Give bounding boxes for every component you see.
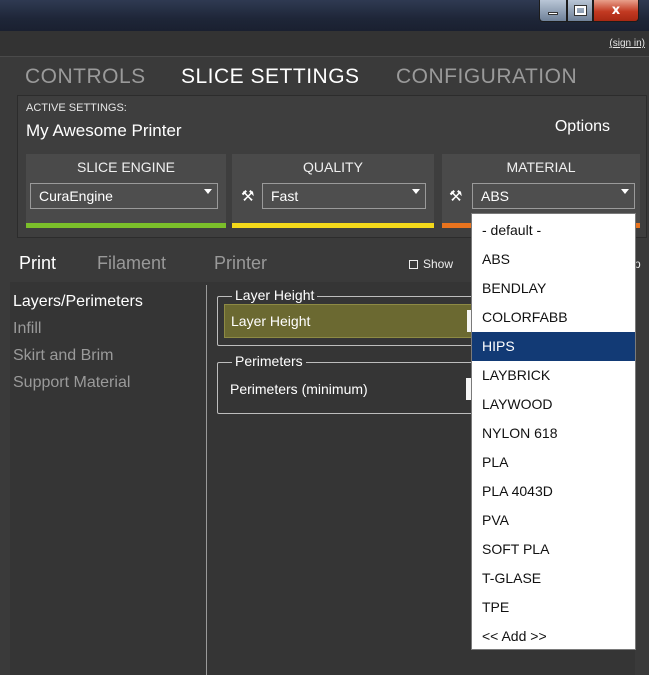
chevron-down-icon	[621, 189, 629, 194]
checkbox-icon[interactable]	[409, 259, 418, 269]
material-title: MATERIAL	[506, 159, 576, 175]
minimize-icon	[548, 12, 558, 15]
tab-filament[interactable]: Filament	[97, 253, 166, 274]
maximize-icon	[573, 5, 587, 16]
chevron-down-icon	[204, 189, 212, 194]
tab-printer[interactable]: Printer	[214, 253, 267, 274]
category-skirt-brim[interactable]: Skirt and Brim	[13, 342, 143, 369]
perimeters-label: Perimeters (minimum)	[230, 381, 368, 397]
layer-height-row[interactable]: Layer Height	[224, 304, 500, 338]
perimeters-row[interactable]: Perimeters (minimum)	[224, 373, 500, 407]
category-divider	[206, 285, 207, 675]
material-option[interactable]: - default -	[472, 216, 635, 245]
tab-slice-settings[interactable]: SLICE SETTINGS	[181, 65, 360, 89]
quality-value: Fast	[271, 188, 299, 204]
layer-height-label: Layer Height	[231, 313, 311, 329]
category-support-material[interactable]: Support Material	[13, 369, 143, 396]
tab-configuration[interactable]: CONFIGURATION	[396, 65, 577, 89]
perimeters-legend: Perimeters	[232, 353, 306, 369]
options-button[interactable]: Options	[555, 118, 610, 136]
category-infill[interactable]: Infill	[13, 315, 143, 342]
perimeters-group: Perimeters Perimeters (minimum)	[217, 353, 507, 414]
material-option[interactable]: PLA 4043D	[472, 477, 635, 506]
material-option[interactable]: PVA	[472, 506, 635, 535]
slice-engine-dropdown[interactable]: CuraEngine	[30, 183, 218, 209]
main-tabs: CONTROLS SLICE SETTINGS CONFIGURATION	[0, 57, 649, 95]
maximize-button[interactable]	[567, 0, 593, 22]
category-layers-perimeters[interactable]: Layers/Perimeters	[13, 288, 143, 315]
layer-height-group: Layer Height Layer Height	[217, 287, 507, 346]
chevron-down-icon	[412, 189, 420, 194]
material-option[interactable]: TPE	[472, 593, 635, 622]
slice-engine-color-bar	[26, 223, 226, 228]
material-option[interactable]: SOFT PLA	[472, 535, 635, 564]
close-button[interactable]: x	[593, 0, 639, 22]
material-option[interactable]: HIPS	[472, 332, 635, 361]
tab-controls[interactable]: CONTROLS	[25, 65, 146, 89]
slice-engine-title: SLICE ENGINE	[76, 159, 176, 175]
material-option[interactable]: BENDLAY	[472, 274, 635, 303]
material-option[interactable]: NYLON 618	[472, 419, 635, 448]
material-option[interactable]: COLORFABB	[472, 303, 635, 332]
window-controls: x	[539, 0, 639, 22]
sign-in-link[interactable]: (sign in)	[609, 38, 645, 49]
quality-dropdown[interactable]: Fast	[262, 183, 426, 209]
tools-icon[interactable]: ⚒	[449, 187, 462, 205]
slice-engine-value: CuraEngine	[39, 188, 113, 204]
material-option[interactable]: LAYBRICK	[472, 361, 635, 390]
show-advanced-label: Show	[423, 257, 454, 271]
quality-title: QUALITY	[303, 159, 363, 175]
layer-height-legend: Layer Height	[232, 287, 318, 303]
category-list: Layers/Perimeters Infill Skirt and Brim …	[13, 288, 143, 396]
tools-icon[interactable]: ⚒	[241, 187, 254, 205]
close-icon: x	[611, 3, 621, 18]
minimize-button[interactable]	[539, 0, 567, 22]
account-bar: (sign in)	[0, 31, 649, 57]
show-advanced-toggle[interactable]: Show	[409, 257, 453, 271]
material-value: ABS	[481, 188, 510, 204]
material-option[interactable]: << Add >>	[472, 622, 635, 651]
quality-color-bar	[232, 223, 434, 228]
material-dropdown[interactable]: ABS	[472, 183, 635, 209]
active-settings-label: ACTIVE SETTINGS:	[26, 102, 127, 114]
active-printer-name: My Awesome Printer	[26, 121, 182, 140]
material-option[interactable]: ABS	[472, 245, 635, 274]
material-option[interactable]: PLA	[472, 448, 635, 477]
material-dropdown-list[interactable]: - default - ABS BENDLAY COLORFABB HIPS LAYBRI…	[471, 213, 636, 650]
window-titlebar: x	[0, 0, 649, 31]
material-option[interactable]: T-GLASE	[472, 564, 635, 593]
slice-engine-selector: SLICE ENGINE CuraEngine	[26, 154, 226, 228]
tab-print[interactable]: Print	[19, 253, 56, 274]
quality-selector: QUALITY ⚒ Fast	[232, 154, 434, 228]
material-option[interactable]: LAYWOOD	[472, 390, 635, 419]
